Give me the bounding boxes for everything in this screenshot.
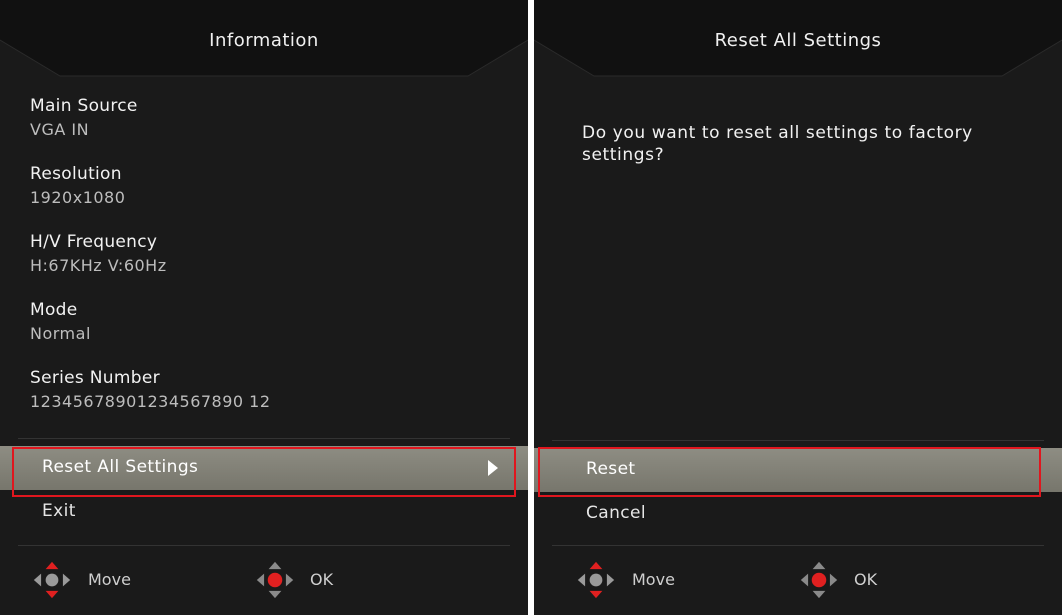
move-label: Move bbox=[632, 570, 675, 589]
move-joystick-icon bbox=[577, 561, 615, 599]
reset-confirm-panel: Reset All Settings Do you want to reset … bbox=[534, 0, 1062, 615]
divider bbox=[18, 438, 510, 439]
resolution-label: Resolution bbox=[30, 164, 122, 184]
information-panel: Information Main Source VGA IN Resolutio… bbox=[0, 0, 528, 615]
hv-frequency-label: H/V Frequency bbox=[30, 232, 158, 252]
move-joystick-icon bbox=[33, 561, 71, 599]
ok-joystick-icon bbox=[800, 561, 838, 599]
main-source-label: Main Source bbox=[30, 96, 138, 116]
menu-item-label: Cancel bbox=[586, 503, 646, 523]
move-label: Move bbox=[88, 570, 131, 589]
mode-value: Normal bbox=[30, 324, 91, 343]
divider bbox=[18, 545, 510, 546]
panel-title: Reset All Settings bbox=[714, 30, 882, 51]
highlight-box bbox=[538, 447, 1041, 497]
ok-label: OK bbox=[310, 570, 334, 589]
title-bar: Information bbox=[0, 0, 528, 84]
divider bbox=[552, 545, 1044, 546]
divider bbox=[552, 440, 1044, 441]
series-number-value: 12345678901234567890 12 bbox=[30, 392, 271, 411]
ok-joystick-icon bbox=[256, 561, 294, 599]
footer: Move OK bbox=[534, 550, 1062, 615]
footer: Move OK bbox=[0, 550, 528, 615]
main-source-value: VGA IN bbox=[30, 120, 90, 139]
confirm-prompt: Do you want to reset all settings to fac… bbox=[582, 123, 973, 165]
panel-title: Information bbox=[209, 30, 319, 51]
hv-frequency-value: H:67KHz V:60Hz bbox=[30, 256, 167, 275]
mode-label: Mode bbox=[30, 300, 78, 320]
resolution-value: 1920x1080 bbox=[30, 188, 126, 207]
menu-item-label: Exit bbox=[42, 501, 76, 521]
menu-item-exit[interactable]: Exit bbox=[0, 490, 528, 534]
title-bar: Reset All Settings bbox=[534, 0, 1062, 84]
menu-item-cancel[interactable]: Cancel bbox=[534, 492, 1062, 536]
ok-label: OK bbox=[854, 570, 878, 589]
series-number-label: Series Number bbox=[30, 368, 160, 388]
